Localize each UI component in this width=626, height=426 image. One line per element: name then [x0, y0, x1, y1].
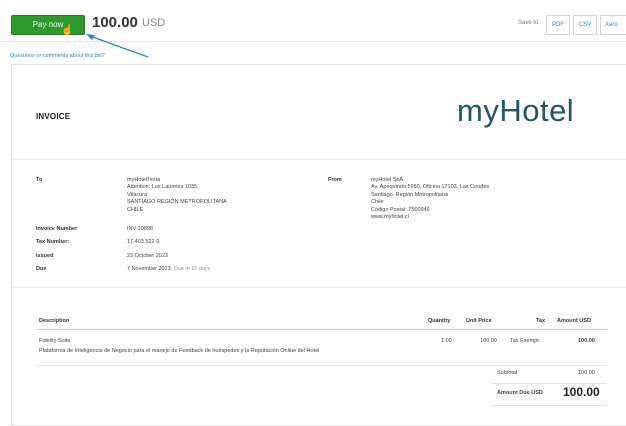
myhotel-logo: myHotel	[457, 93, 575, 128]
totals-rule	[492, 383, 607, 384]
hand-pointer-icon: ☝	[61, 25, 74, 36]
col-description: Description	[39, 318, 70, 324]
item-name: Fidelity Suite	[39, 338, 71, 344]
tax-number: 17.403.522-9	[127, 239, 160, 245]
pay-now-label: Pay now	[32, 20, 64, 29]
subtotal-value: 100.00	[578, 370, 595, 376]
invoice-number: INV-20898	[127, 226, 153, 232]
col-quantity: Quantity	[428, 318, 451, 324]
divider	[12, 287, 626, 288]
to-address: myHotelTesta Attention: Los Laureles 103…	[127, 177, 227, 213]
col-unit-price: Unit Price	[466, 318, 492, 324]
item-description: Plataforma de Inteligencia de Negocio pa…	[39, 348, 320, 354]
issued-label: Issued	[36, 253, 54, 259]
item-tax: Tax Exempt	[510, 338, 539, 344]
questions-link[interactable]: Questions or comments about this bill?	[10, 53, 105, 59]
col-amount: Amount USD	[557, 318, 591, 324]
from-label: From	[328, 177, 342, 183]
to-label: To	[36, 177, 43, 183]
item-quantity: 1.00	[441, 338, 452, 344]
invoice-number-label: Invoice Number	[36, 226, 78, 232]
col-tax: Tax	[536, 318, 546, 324]
pdf-button[interactable]: PDF	[546, 15, 570, 35]
row-rule	[37, 365, 607, 366]
amount-value: 100.00	[92, 14, 138, 31]
due-note: Due in 15 days	[173, 266, 211, 272]
due-date: 7 November 2023, Due in 15 days	[127, 266, 211, 272]
csv-button[interactable]: CSV	[573, 15, 597, 35]
xero-button[interactable]: Xero	[600, 15, 626, 35]
divider	[12, 159, 626, 160]
amount-due-value: 100.00	[563, 385, 600, 399]
header-rule	[37, 329, 607, 330]
invoice-title: INVOICE	[36, 112, 71, 121]
due-label: Due	[36, 266, 47, 272]
invoice-sheet: INVOICE myHotel To myHotelTesta Attentio…	[11, 64, 626, 426]
item-unit-price: 100.00	[480, 338, 497, 344]
totals-rule	[492, 405, 607, 406]
top-bar: Pay now ☝ 100.00 USD Save to PDF CSV Xer…	[0, 0, 626, 42]
currency-code: USD	[142, 17, 166, 29]
amount-due-label: Amount Due USD	[497, 390, 543, 396]
subtotal-label: Subtotal	[497, 370, 518, 376]
tax-number-label: Tax Number:	[36, 239, 70, 245]
pay-now-button[interactable]: Pay now ☝	[11, 15, 85, 36]
from-address: myHotel SpA Av. Apoquindo 5950, Oficina …	[371, 177, 490, 221]
issued-date: 23 October 2023	[127, 253, 168, 259]
save-to-label: Save to	[518, 20, 539, 26]
item-amount: 100.00	[578, 338, 595, 344]
